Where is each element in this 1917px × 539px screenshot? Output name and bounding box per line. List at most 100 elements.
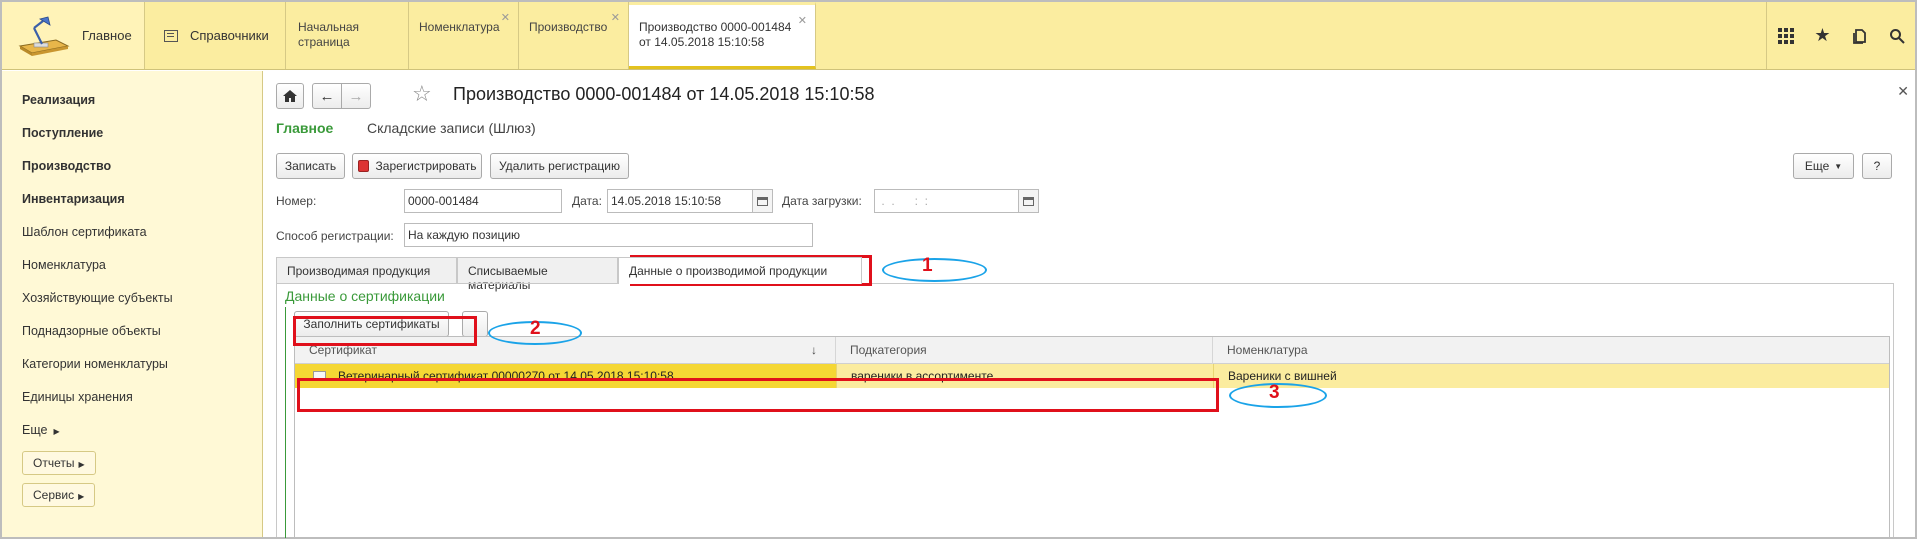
- column-header-label: Подкатегория: [850, 343, 927, 357]
- caret-right-icon: ▶: [53, 427, 60, 436]
- sort-down-icon: ↓: [811, 343, 817, 357]
- reports-button[interactable]: Отчеты ▶: [22, 451, 96, 475]
- delete-registration-label: Удалить регистрацию: [499, 159, 620, 173]
- sidebar-item-label: Категории номенклатуры: [22, 357, 168, 371]
- arrow-left-icon: ←: [319, 87, 335, 105]
- write-label: Записать: [284, 159, 337, 173]
- tab-produced-product-data[interactable]: Данные о производимой продукции: [618, 257, 862, 284]
- column-header-subcategory[interactable]: Подкатегория: [836, 337, 1213, 364]
- nav-warehouse-records-link[interactable]: Складские записи (Шлюз): [367, 120, 536, 136]
- more-label: Еще: [1804, 159, 1830, 173]
- service-label: Сервис: [33, 488, 75, 502]
- column-header-nomenclature[interactable]: Номенклатура: [1213, 337, 1891, 364]
- register-button[interactable]: Зарегистрировать: [352, 153, 482, 179]
- desk-lamp-logo-icon: [16, 16, 72, 56]
- service-button[interactable]: Сервис ▶: [22, 483, 96, 507]
- close-icon[interactable]: ✕: [1897, 83, 1909, 100]
- write-button[interactable]: Записать: [276, 153, 345, 179]
- tab-label: Данные о производимой продукции: [629, 264, 828, 278]
- document-form: ← → ☆ Производство 0000-001484 от 14.05.…: [264, 71, 1915, 538]
- sidebar-item-label: Поступление: [22, 126, 104, 140]
- list-icon: [164, 29, 178, 42]
- highlight-row-box: [297, 378, 1219, 412]
- close-icon[interactable]: ✕: [611, 11, 620, 26]
- callout-number-2: 2: [530, 318, 541, 339]
- calendar-icon: [757, 196, 768, 206]
- sidebar-item-label: Шаблон сертификата: [22, 225, 147, 239]
- help-button[interactable]: ?: [1862, 153, 1892, 179]
- arrow-right-icon: →: [348, 87, 364, 105]
- tab-written-off-materials[interactable]: Списываемые материалы: [457, 257, 618, 292]
- sidebar-item-supervised-objects[interactable]: Поднадзорные объекты: [2, 315, 262, 348]
- sidebar-item-production[interactable]: Производство: [2, 150, 262, 183]
- reports-label: Отчеты: [33, 456, 75, 470]
- column-header-label: Номенклатура: [1227, 343, 1308, 357]
- certification-section-title: Данные о сертификации: [285, 288, 445, 304]
- date-label: Дата:: [572, 194, 602, 208]
- caret-right-icon: ▶: [78, 460, 85, 469]
- main-section-button[interactable]: Главное: [2, 2, 145, 69]
- sidebar-item-receipts[interactable]: Поступление: [2, 117, 262, 150]
- cell-nomenclature[interactable]: Вареники с вишней: [1213, 364, 1891, 388]
- caret-right-icon: ▶: [78, 492, 85, 501]
- apps-grid-icon[interactable]: [1767, 2, 1804, 69]
- tab-production[interactable]: Производство ✕: [519, 2, 629, 69]
- sidebar-item-certificate-template[interactable]: Шаблон сертификата: [2, 216, 262, 249]
- sidebar-item-label: Хозяйствующие субъекты: [22, 291, 173, 305]
- number-field[interactable]: 0000-001484: [404, 189, 562, 213]
- left-sidebar: Реализация Поступление Производство Инве…: [2, 71, 263, 537]
- tab-label: Начальная страница: [298, 20, 360, 49]
- history-icon[interactable]: [1841, 2, 1878, 69]
- nav-main-tab[interactable]: Главное: [276, 120, 333, 136]
- callout-ellipse-1: [882, 258, 987, 282]
- register-icon: [357, 160, 369, 172]
- forward-button[interactable]: →: [341, 83, 371, 109]
- sidebar-item-inventory[interactable]: Инвентаризация: [2, 183, 262, 216]
- date-calendar-button[interactable]: [753, 189, 773, 213]
- back-button[interactable]: ←: [312, 83, 342, 109]
- tab-label: Производство: [529, 20, 608, 34]
- page-title: Производство 0000-001484 от 14.05.2018 1…: [453, 84, 875, 104]
- tab-label: Производимая продукция: [287, 264, 431, 278]
- close-icon[interactable]: ✕: [501, 11, 510, 26]
- section-divider: [285, 307, 286, 538]
- load-date-calendar-button[interactable]: [1019, 189, 1039, 213]
- number-label: Номер:: [276, 194, 317, 208]
- top-bar: Главное Справочники Начальная страница Н…: [2, 2, 1915, 70]
- search-icon[interactable]: [1878, 2, 1915, 69]
- sidebar-item-storage-units[interactable]: Единицы хранения: [2, 381, 262, 414]
- tab-produced-products[interactable]: Производимая продукция: [276, 257, 457, 284]
- sidebar-item-label: Реализация: [22, 93, 96, 107]
- main-section-label: Главное: [82, 28, 132, 43]
- callout-number-3: 3: [1269, 382, 1280, 403]
- favorite-star-icon[interactable]: ☆: [412, 81, 432, 107]
- delete-registration-button[interactable]: Удалить регистрацию: [490, 153, 629, 179]
- load-date-label: Дата загрузки:: [782, 194, 862, 208]
- sidebar-item-label: Единицы хранения: [22, 390, 133, 404]
- tab-home[interactable]: Начальная страница: [288, 2, 409, 69]
- favorites-star-icon[interactable]: ★: [1804, 2, 1841, 69]
- sidebar-item-business-entities[interactable]: Хозяйствующие субъекты: [2, 282, 262, 315]
- tab-production-document[interactable]: Производство 0000-001484 от 14.05.2018 1…: [629, 2, 816, 69]
- register-label: Зарегистрировать: [375, 159, 477, 173]
- more-button[interactable]: Еще ▼: [1793, 153, 1854, 179]
- sidebar-more-label: Еще: [22, 423, 48, 437]
- sidebar-item-nomenclature[interactable]: Номенклатура: [2, 249, 262, 282]
- sidebar-item-sales[interactable]: Реализация: [2, 84, 262, 117]
- tab-nomenclature[interactable]: Номенклатура ✕: [409, 2, 519, 69]
- references-section-button[interactable]: Справочники: [146, 2, 286, 69]
- references-label: Справочники: [190, 28, 269, 43]
- certificates-table: Сертификат ↓ Подкатегория Номенклатура В…: [294, 336, 1890, 538]
- callout-number-1: 1: [922, 255, 933, 276]
- home-icon: [283, 90, 297, 102]
- sidebar-item-label: Номенклатура: [22, 258, 106, 272]
- registration-method-field[interactable]: На каждую позицию: [404, 223, 813, 247]
- sidebar-item-nomenclature-categories[interactable]: Категории номенклатуры: [2, 348, 262, 381]
- close-icon[interactable]: ✕: [798, 14, 807, 29]
- home-button[interactable]: [276, 83, 304, 109]
- date-field[interactable]: 14.05.2018 15:10:58: [607, 189, 753, 213]
- help-label: ?: [1873, 159, 1881, 173]
- load-date-field[interactable]: . . : :: [874, 189, 1019, 213]
- sidebar-item-label: Поднадзорные объекты: [22, 324, 161, 338]
- sidebar-more[interactable]: Еще ▶: [2, 414, 262, 447]
